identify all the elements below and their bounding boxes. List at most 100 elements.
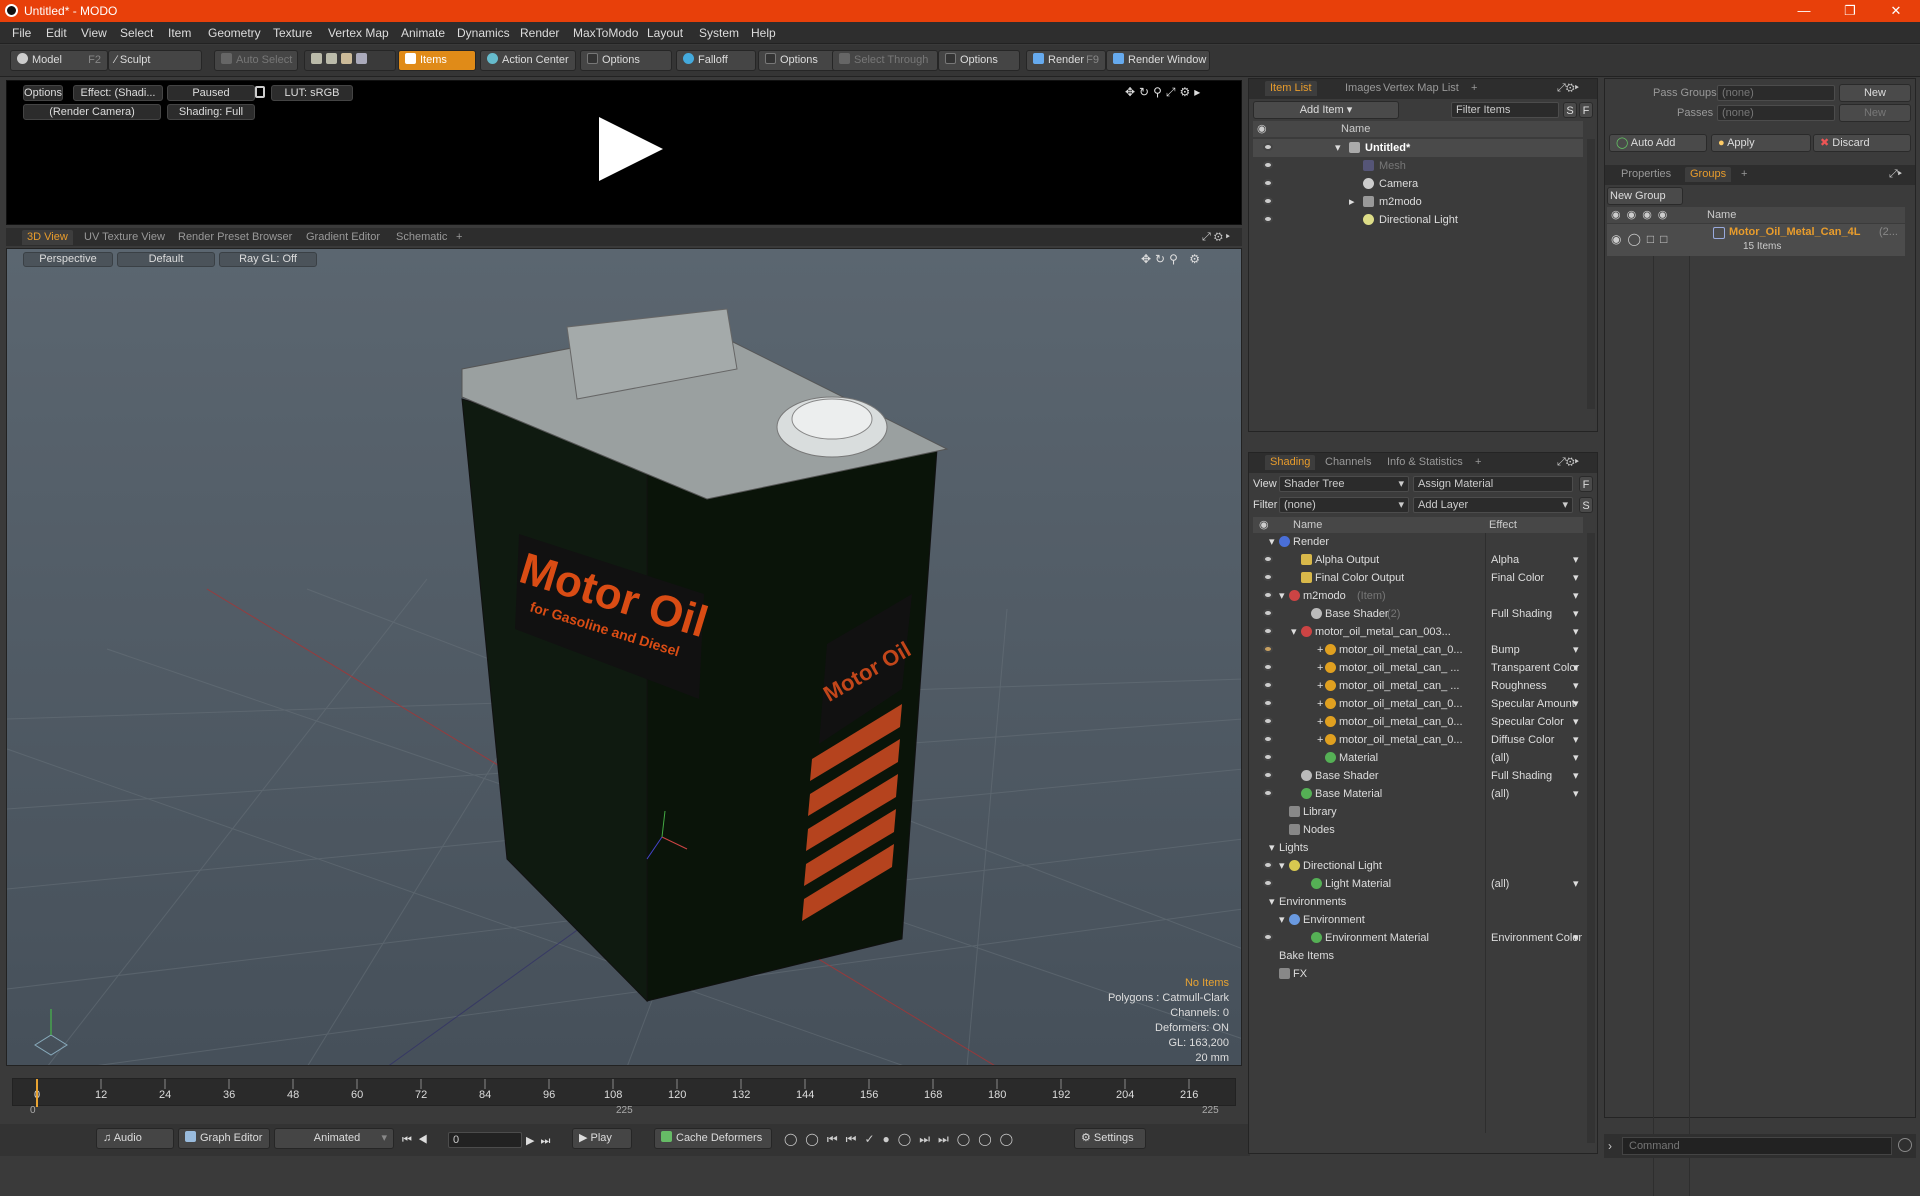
add-tab-button[interactable]: + (1475, 455, 1481, 470)
item-row-untitled[interactable]: ▾ Untitled* (1253, 139, 1583, 157)
polygons-mode-icon[interactable] (341, 53, 352, 64)
graph-editor-button[interactable]: Graph Editor (178, 1128, 270, 1149)
menu-select[interactable]: Select (120, 26, 153, 40)
add-layer-s-button[interactable]: S (1579, 497, 1593, 513)
shader-row[interactable]: ▾ m2modo (Item) ▾ (1253, 587, 1583, 605)
chevron-down-icon[interactable]: ▾ (1573, 605, 1579, 623)
shader-row[interactable]: Environment Material Environment Color ▾ (1253, 929, 1583, 947)
eye-icon[interactable] (1263, 933, 1273, 941)
preview-nav-icons[interactable]: ✥↻⚲⤢⚙▸ (1125, 85, 1204, 100)
tab-gradient-editor[interactable]: Gradient Editor (306, 230, 380, 245)
expand-icon[interactable]: + (1317, 659, 1323, 677)
shader-row[interactable]: Library (1253, 803, 1583, 821)
action-center-button[interactable]: Action Center (480, 50, 576, 71)
expand-icon[interactable]: ▸ (1349, 193, 1355, 211)
assign-f-button[interactable]: F (1579, 476, 1593, 492)
menu-help[interactable]: Help (751, 26, 776, 40)
chevron-down-icon[interactable]: ▾ (1573, 929, 1579, 947)
eye-icon[interactable] (1263, 789, 1273, 797)
render-button[interactable]: Render F9 (1026, 50, 1106, 71)
shader-row[interactable]: ▾ motor_oil_metal_can_003... ▾ (1253, 623, 1583, 641)
menu-dynamics[interactable]: Dynamics (457, 26, 510, 40)
eye-icon[interactable] (1263, 143, 1273, 151)
shader-row[interactable]: ▾ Lights (1253, 839, 1583, 857)
expand-icon[interactable]: ▾ (1269, 893, 1275, 911)
filter-dropdown[interactable]: (none) ▾ (1279, 497, 1409, 513)
add-item-dropdown[interactable]: Add Item ▾ (1253, 101, 1399, 119)
new-pass-button[interactable]: New (1839, 104, 1911, 122)
chevron-down-icon[interactable]: ▾ (1573, 569, 1579, 587)
shader-row[interactable]: Base Shader (2) Full Shading ▾ (1253, 605, 1583, 623)
add-tab-button[interactable]: + (456, 230, 462, 245)
shader-tree-scrollbar[interactable] (1587, 533, 1595, 1143)
shader-row[interactable]: ▾ Directional Light (1253, 857, 1583, 875)
view-dropdown[interactable]: Shader Tree ▾ (1279, 476, 1409, 492)
tab-item-list[interactable]: Item List (1265, 81, 1317, 96)
shader-row[interactable]: Final Color Output Final Color ▾ (1253, 569, 1583, 587)
panel-options-icon[interactable]: ⤢⚙▸ (1557, 81, 1579, 96)
animated-dropdown[interactable]: Animated ▾ (274, 1128, 394, 1149)
layer-effect[interactable]: Roughness (1491, 677, 1547, 695)
filter-f-button[interactable]: F (1579, 102, 1593, 118)
layer-effect[interactable]: Alpha (1491, 551, 1519, 569)
vertices-mode-icon[interactable] (311, 53, 322, 64)
preview-pause-button[interactable]: Paused (167, 85, 255, 101)
item-row-mesh[interactable]: Mesh (1253, 157, 1583, 175)
menu-vertex-map[interactable]: Vertex Map (328, 26, 389, 40)
preview-options-button[interactable]: Options (23, 85, 63, 101)
expand-icon[interactable]: ▾ (1279, 857, 1285, 875)
chevron-down-icon[interactable]: ▾ (1573, 875, 1579, 893)
edges-mode-icon[interactable] (326, 53, 337, 64)
eye-icon[interactable] (1263, 555, 1273, 563)
shader-row[interactable]: + motor_oil_metal_can_0... Diffuse Color ▾ (1253, 731, 1583, 749)
settings-button[interactable]: ⚙ Settings (1074, 1128, 1146, 1149)
materials-mode-icon[interactable] (356, 53, 367, 64)
lock-icon[interactable] (255, 86, 265, 98)
eye-icon[interactable] (1263, 735, 1273, 743)
eye-icon[interactable] (1263, 717, 1273, 725)
expand-icon[interactable]: + (1317, 695, 1323, 713)
menu-item[interactable]: Item (168, 26, 191, 40)
chevron-down-icon[interactable]: ▾ (1573, 587, 1579, 605)
audio-button[interactable]: ♫ Audio (96, 1128, 174, 1149)
menu-system[interactable]: System (699, 26, 739, 40)
discard-button[interactable]: ✖ Discard (1813, 134, 1911, 152)
menu-texture[interactable]: Texture (273, 26, 312, 40)
maximize-button[interactable]: ❐ (1830, 1, 1870, 21)
layer-effect[interactable]: Bump (1491, 641, 1520, 659)
layer-effect[interactable]: Specular Color (1491, 713, 1564, 731)
shader-row[interactable]: FX (1253, 965, 1583, 983)
frame-field[interactable]: 0 (448, 1132, 522, 1148)
command-input[interactable] (1622, 1137, 1892, 1155)
expand-icon[interactable]: ▾ (1279, 587, 1285, 605)
shader-row[interactable]: Base Shader Full Shading ▾ (1253, 767, 1583, 785)
menu-animate[interactable]: Animate (401, 26, 445, 40)
add-tab-button[interactable]: + (1471, 81, 1477, 96)
eye-icon[interactable] (1263, 771, 1273, 779)
shader-row[interactable]: ▾ Render (1253, 533, 1583, 551)
expand-icon[interactable]: + (1317, 677, 1323, 695)
eye-icon[interactable] (1263, 161, 1273, 169)
render-window-button[interactable]: Render Window (1106, 50, 1210, 71)
eye-icon[interactable] (1263, 861, 1273, 869)
eye-icon[interactable] (1263, 197, 1273, 205)
shader-row[interactable]: + motor_oil_metal_can_0... Specular Amount… (1253, 695, 1583, 713)
eye-icon[interactable] (1263, 627, 1273, 635)
expand-icon[interactable]: ▾ (1335, 139, 1341, 157)
add-tab-button[interactable]: + (1741, 167, 1747, 182)
eye-icon[interactable] (1263, 609, 1273, 617)
tab-uv-texture-view[interactable]: UV Texture View (84, 230, 165, 245)
chevron-down-icon[interactable]: ▾ (1573, 641, 1579, 659)
shader-row[interactable]: Light Material (all) ▾ (1253, 875, 1583, 893)
pass-groups-dropdown[interactable]: (none) (1717, 85, 1835, 101)
shader-row[interactable]: + motor_oil_metal_can_ ... Transparent Col… (1253, 659, 1583, 677)
chevron-down-icon[interactable]: ▾ (1573, 551, 1579, 569)
eye-icon[interactable] (1263, 663, 1273, 671)
menu-layout[interactable]: Layout (647, 26, 683, 40)
key-tools-icons[interactable]: ◯◯⏮⏮✓●◯⏭⏭◯◯◯ (784, 1132, 1074, 1150)
tab-schematic[interactable]: Schematic (396, 230, 447, 245)
tab-3d-view[interactable]: 3D View (22, 230, 73, 245)
shader-row[interactable]: ▾ Environments (1253, 893, 1583, 911)
menu-file[interactable]: File (12, 26, 31, 40)
timeline-ruler[interactable]: 0 12 24 36 48 60 72 84 96 108 120 132 14… (12, 1078, 1236, 1107)
